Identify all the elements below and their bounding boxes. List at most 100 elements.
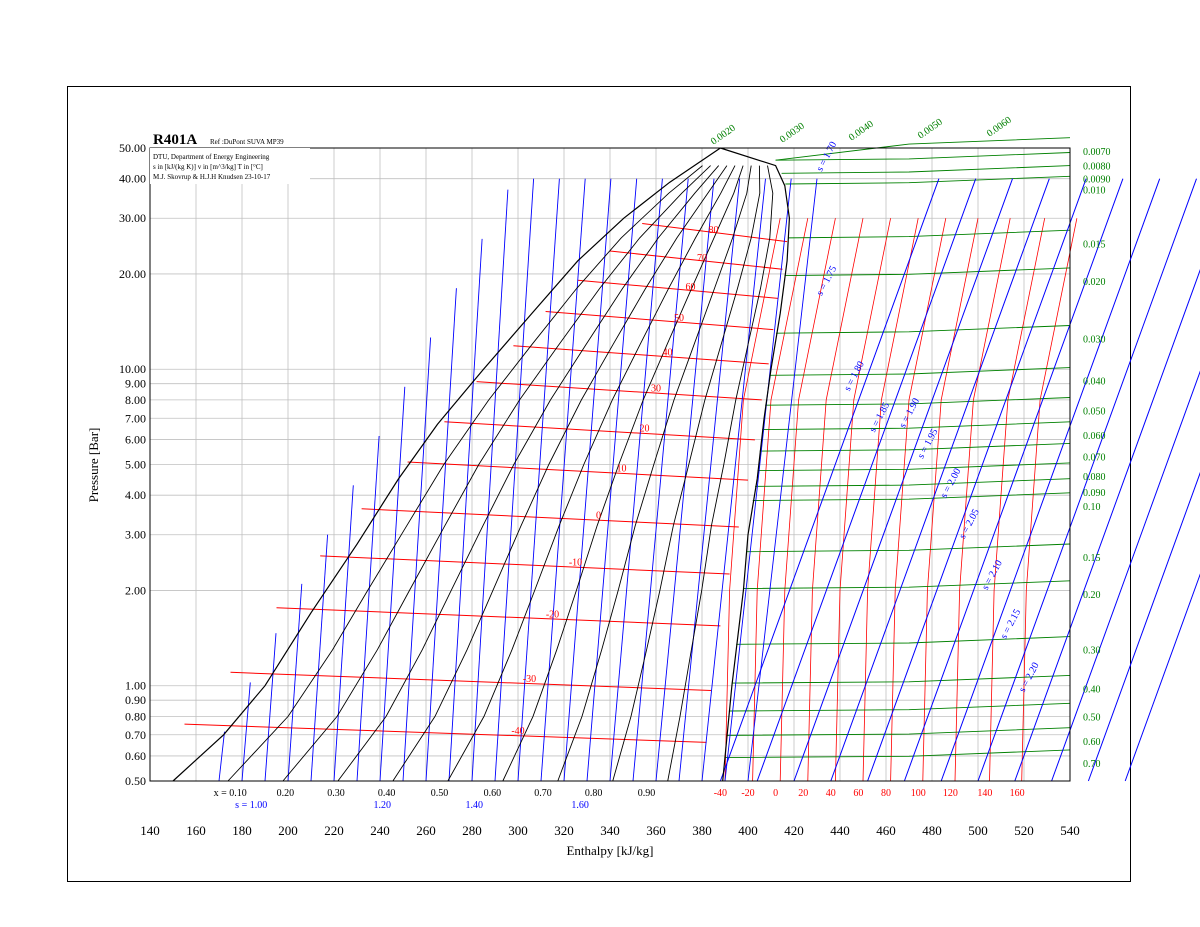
isochore-label: 0.0070 [1083,147,1111,158]
isentrope-vapor [867,178,1087,782]
isochores [724,137,1071,759]
x-tick-label: 180 [232,823,252,838]
y-tick-label: 1.00 [125,679,146,693]
x-tick-label: 160 [186,823,206,838]
isotherm-label: 70 [697,253,707,264]
isochore [724,749,1071,759]
y-tick-label: 7.00 [125,411,146,425]
y-tick-label: 0.70 [125,728,146,742]
quality-label: 0.90 [638,788,656,799]
x-tick-label: 480 [922,823,942,838]
isotherm-label: 0 [596,511,601,522]
vapor-temperature-label: 80 [881,788,891,799]
x-tick-label: 320 [554,823,574,838]
isotherm [320,555,730,575]
x-tick-label: 520 [1014,823,1034,838]
vapor-temperature-label: 100 [911,788,926,799]
vapor-temperature-label: 20 [798,788,808,799]
isochore-label: 0.060 [1083,431,1106,442]
isentrope-liquid [333,485,354,782]
isotherm-label: 40 [663,347,673,358]
pressure-enthalpy-chart: 140 160 180 200 220 240 260 280 300 320 340 360 380 4… [86,115,1200,858]
entropy-label-vapor: s = 1.75 [815,264,840,297]
x-tick-label: 440 [830,823,850,838]
isochore [736,636,1071,645]
isochore-label: 0.50 [1083,712,1101,723]
isotherm-label: 20 [640,423,650,434]
entropy-label-liquid: 1.20 [374,800,392,811]
isentrope-liquid [494,178,535,782]
isochore-label: 0.010 [1083,185,1106,196]
isochore-label: 0.30 [1083,646,1101,657]
y-tick-label: 4.00 [125,488,146,502]
isotherm [444,421,755,441]
quality-label: 0.60 [484,788,502,799]
isochore [746,543,1071,553]
isochore-label: 0.0060 [985,115,1014,140]
isotherm-label: -30 [523,674,536,685]
isochore [785,175,1071,185]
isochore [755,478,1071,487]
x-tick-label: 540 [1060,823,1080,838]
isochore-label: 0.0020 [709,123,738,148]
isochore-label: 0.030 [1083,335,1106,346]
x-tick-label: 200 [278,823,298,838]
isochore-label: 0.70 [1083,759,1101,770]
vapor-temperature-label: 0 [773,788,778,799]
isentrope-liquid [632,178,689,782]
isotherm-label: 50 [674,313,684,324]
quality-label: 0.80 [585,788,603,799]
quality-label: 0.20 [277,788,295,799]
isentrope-vapor [1051,370,1200,782]
isochore [752,492,1071,501]
isochore-label: 0.10 [1083,502,1101,513]
x-tick-label: 500 [968,823,988,838]
isochore-label: 0.020 [1083,277,1106,288]
isochore [769,367,1071,376]
isotherm-vapor [1021,218,1078,782]
quality-line [282,165,711,782]
y-tick-label: 0.90 [125,693,146,707]
isotherm-label: 10 [617,464,627,475]
x-tick-label: 400 [738,823,758,838]
isentrope-vapor [756,178,977,782]
isochore-label: 0.0090 [1083,175,1111,186]
isotherm-vapor [989,218,1046,782]
x-tick-label: 300 [508,823,528,838]
vapor-temperature-label: 140 [977,788,992,799]
isotherm-label: -20 [546,609,559,620]
quality-label: 0.30 [327,788,345,799]
y-tick-label: 5.00 [125,458,146,472]
y-tick-label: 20.00 [119,267,146,281]
y-tick-label: 40.00 [119,172,146,186]
x-tick-label: 460 [876,823,896,838]
vapor-temperature-label: -20 [741,788,754,799]
y-tick-label: 0.60 [125,749,146,763]
isochore-label: 0.0080 [1083,162,1111,173]
isentrope-liquid [586,178,638,782]
isotherm-vapor [954,218,1011,782]
x-tick-label: 420 [784,823,804,838]
y-tick-label: 3.00 [125,528,146,542]
isotherm-label: 60 [686,282,696,293]
isochore-label: 0.15 [1083,553,1101,564]
quality-lines [227,165,774,782]
isochore-label: 0.050 [1083,407,1106,418]
isentrope-liquid [540,178,586,782]
isochore-label: 0.040 [1083,377,1106,388]
isochore-label: 0.090 [1083,488,1106,499]
isotherms [184,218,1078,782]
isentrope-liquid [287,583,303,782]
isentrope-liquid [471,189,509,782]
quality-label: x = 0.10 [214,788,247,799]
y-axis-label: Pressure [Bar] [86,428,101,503]
isochore-label: 0.0040 [847,119,876,144]
info-line-2: s in [kJ/(kg K)] v in [m^3/kg] T in [°C] [153,163,263,171]
vapor-temperature-label: -40 [714,788,727,799]
reference-text: Ref :DuPont SUVA MP39 [210,138,284,146]
y-tick-label: 6.00 [125,432,146,446]
isotherm-label: -40 [511,726,524,737]
y-tick-label: 0.80 [125,709,146,723]
quality-line [227,165,703,782]
y-tick-label: 50.00 [119,141,146,155]
